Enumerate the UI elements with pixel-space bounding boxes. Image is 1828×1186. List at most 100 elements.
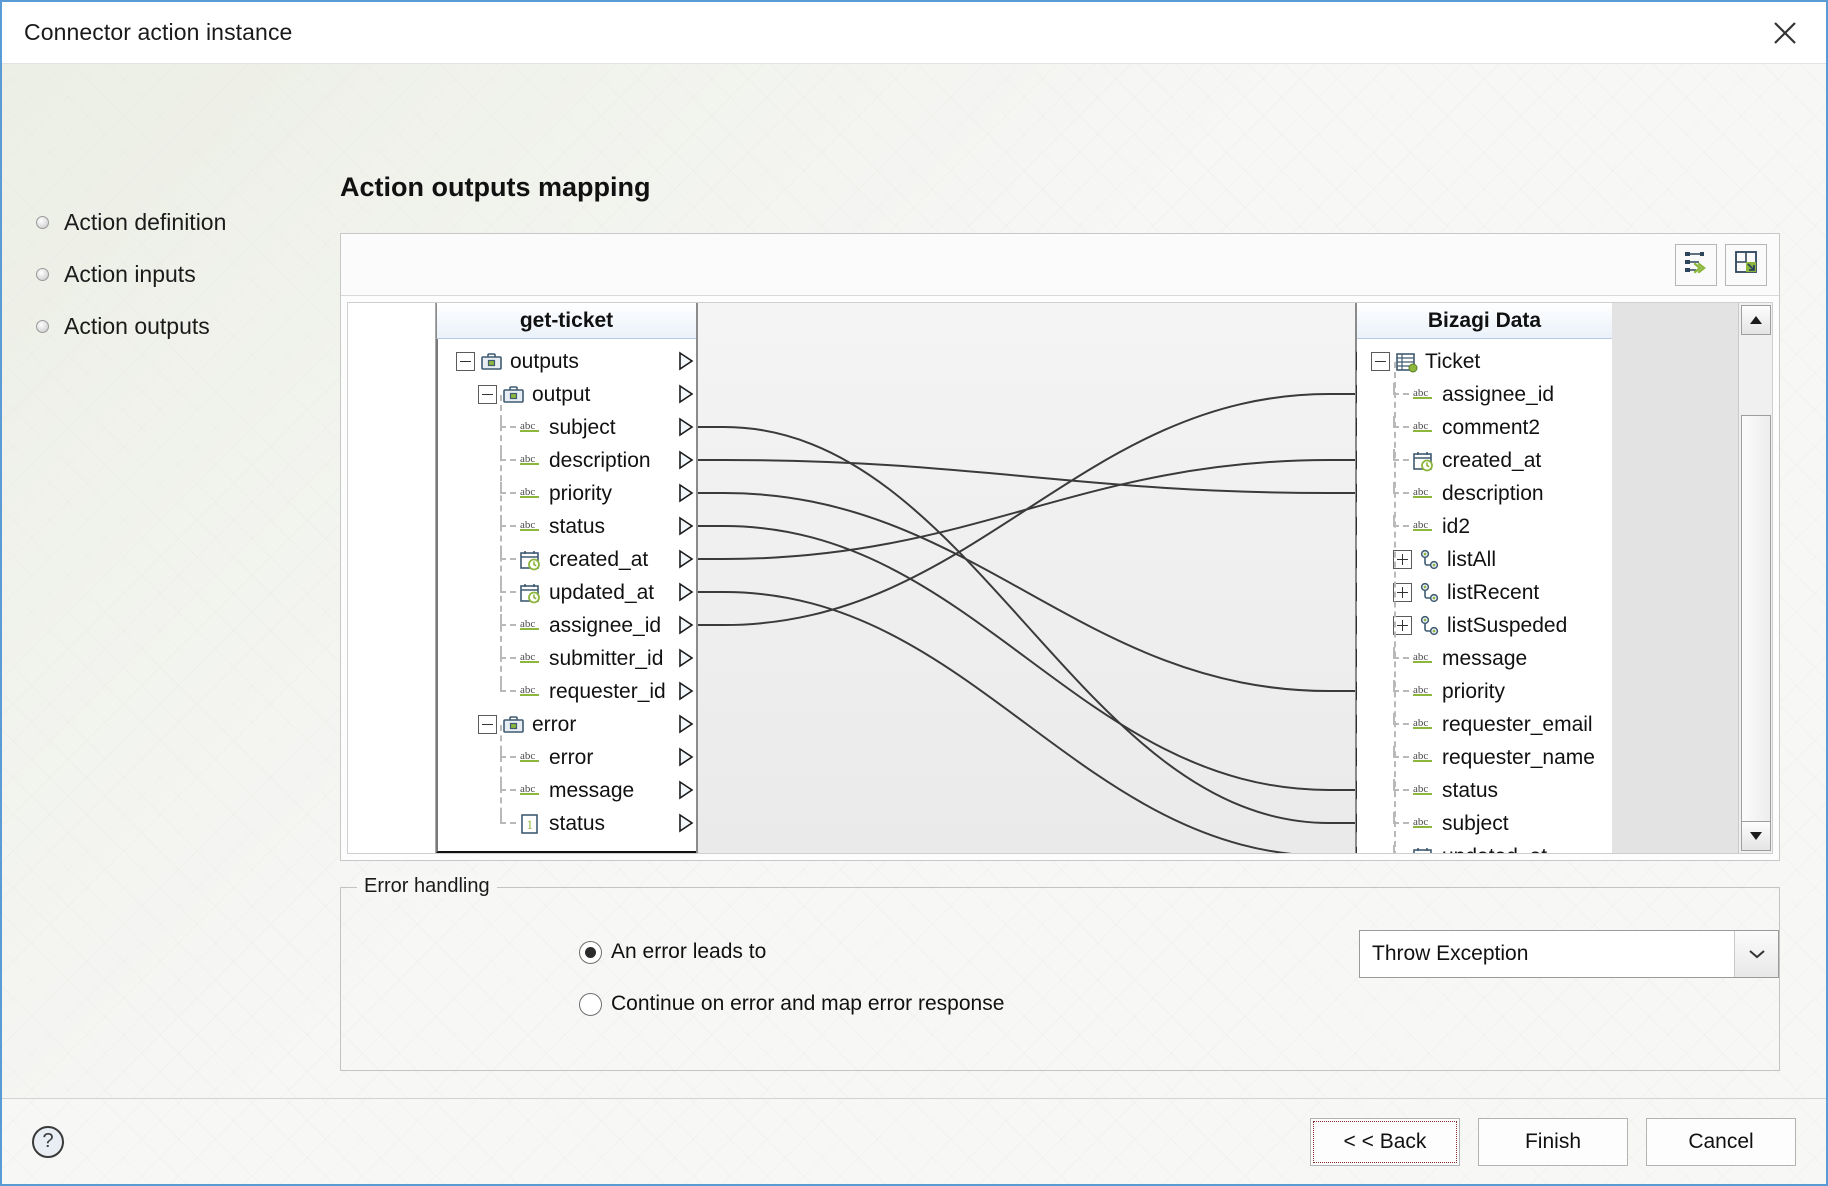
briefcase-icon — [480, 351, 504, 373]
tree-node-label: subject — [1442, 811, 1509, 835]
collection-icon — [1417, 549, 1441, 571]
abc-icon: abc — [519, 747, 543, 769]
radio-label-continue-on-error[interactable]: Continue on error and map error response — [611, 992, 1004, 1016]
tree-node-label: Ticket — [1425, 349, 1481, 373]
mapping-handle-source[interactable] — [676, 747, 698, 767]
collapse-icon[interactable] — [456, 352, 475, 371]
continue-on-error-row[interactable]: Continue on error and map error response — [341, 978, 1779, 1030]
tree-node-row[interactable]: outputs — [438, 345, 696, 378]
abc-icon: abc — [1412, 681, 1436, 703]
fit-layout-button[interactable] — [1725, 243, 1767, 286]
svg-text:1: 1 — [527, 817, 534, 832]
error-handling-group: Error handling An error leads to Continu… — [340, 875, 1780, 1071]
mapping-handle-source[interactable] — [676, 648, 698, 668]
mapping-handle-source[interactable] — [676, 813, 698, 833]
tree-node-row[interactable]: updated_at — [438, 576, 696, 609]
sidebar-item-action-inputs[interactable]: Action inputs — [36, 248, 332, 300]
abc-icon: abc — [519, 450, 543, 472]
tree-node-row[interactable]: abc priority — [438, 477, 696, 510]
abc-icon: abc — [1412, 648, 1436, 670]
source-tree-panel: get-ticket outputs output abc subject abc des… — [436, 303, 696, 853]
mapping-handle-source[interactable] — [676, 450, 698, 470]
mapping-handle-source[interactable] — [676, 780, 698, 800]
target-tree-body[interactable]: Ticket abc assignee_id abc comment2 created_a… — [1357, 339, 1612, 853]
mapping-handle-source[interactable] — [676, 384, 698, 404]
collapse-icon[interactable] — [1371, 352, 1390, 371]
tree-node-row[interactable]: output — [438, 378, 696, 411]
tree-node-label: listSuspeded — [1447, 613, 1568, 637]
mapping-handle-source[interactable] — [676, 351, 698, 371]
tree-node-row[interactable]: abc subject — [438, 411, 696, 444]
abc-icon: abc — [519, 648, 543, 670]
tree-node-row[interactable]: abc message — [438, 774, 696, 807]
tree-guide-line — [500, 724, 502, 824]
error-action-select[interactable]: Throw Exception — [1359, 930, 1779, 978]
tree-node-label: requester_id — [549, 679, 666, 703]
abc-icon: abc — [1412, 780, 1436, 802]
tree-node-row[interactable]: abc assignee_id — [438, 609, 696, 642]
mapping-handle-source[interactable] — [676, 483, 698, 503]
close-icon[interactable] — [1762, 10, 1808, 56]
main-content: Action outputs mapping get-ticket output… — [332, 64, 1826, 1098]
scrollbar-thumb[interactable] — [1741, 415, 1771, 845]
mapping-handle-source[interactable] — [676, 516, 698, 536]
mapping-handle-source[interactable] — [676, 615, 698, 635]
finish-button[interactable]: Finish — [1478, 1117, 1628, 1166]
radio-continue-on-error[interactable] — [579, 992, 602, 1016]
tree-node-row[interactable]: 1 status — [438, 807, 696, 840]
abc-icon: abc — [1412, 384, 1436, 406]
vertical-scrollbar[interactable] — [1738, 303, 1772, 853]
mapping-canvas[interactable]: get-ticket outputs output abc subject abc des… — [347, 302, 1773, 854]
tree-node-row[interactable]: abc requester_id — [438, 675, 696, 708]
briefcase-icon — [502, 714, 526, 736]
auto-map-button[interactable] — [1675, 243, 1717, 286]
tree-node-label: updated_at — [549, 580, 655, 604]
sidebar-item-action-outputs[interactable]: Action outputs — [36, 300, 332, 352]
radio-an-error-leads-to[interactable] — [579, 940, 602, 964]
mapping-handle-source[interactable] — [676, 582, 698, 602]
target-tree-header: Bizagi Data — [1357, 303, 1612, 339]
abc-icon: abc — [1412, 516, 1436, 538]
cancel-button[interactable]: Cancel — [1646, 1117, 1796, 1166]
mapping-handle-source[interactable] — [676, 681, 698, 701]
source-tree-body[interactable]: outputs output abc subject abc description abc… — [436, 339, 696, 853]
chevron-down-icon[interactable] — [1734, 931, 1778, 977]
tree-node-row[interactable]: abc description — [438, 444, 696, 477]
collapse-icon[interactable] — [478, 385, 497, 404]
collapse-icon[interactable] — [478, 715, 497, 734]
scroll-down-icon[interactable] — [1741, 821, 1771, 851]
datetime-icon — [1412, 846, 1436, 853]
sidebar-item-action-definition[interactable]: Action definition — [36, 196, 332, 248]
mapping-handle-source[interactable] — [676, 417, 698, 437]
tree-node-label: requester_name — [1442, 745, 1595, 769]
tree-node-label: error — [532, 712, 577, 736]
mapping-links-area[interactable] — [679, 303, 1371, 853]
help-icon[interactable]: ? — [32, 1125, 64, 1158]
tree-node-row[interactable]: error — [438, 708, 696, 741]
radio-label-an-error-leads-to[interactable]: An error leads to — [611, 940, 766, 964]
back-button[interactable]: < < Back — [1310, 1117, 1460, 1166]
tree-node-row[interactable]: created_at — [438, 543, 696, 576]
expand-layout-icon — [1733, 249, 1759, 280]
tree-node-row[interactable]: abc status — [438, 510, 696, 543]
scroll-up-icon[interactable] — [1741, 305, 1771, 335]
mapping-handle-source[interactable] — [676, 549, 698, 569]
footer-buttons: < < Back Finish Cancel — [1310, 1117, 1796, 1166]
mapping-handle-source[interactable] — [676, 714, 698, 734]
tree-node-row[interactable]: abc error — [438, 741, 696, 774]
tree-node-row[interactable]: abc submitter_id — [438, 642, 696, 675]
datetime-icon — [519, 582, 543, 604]
